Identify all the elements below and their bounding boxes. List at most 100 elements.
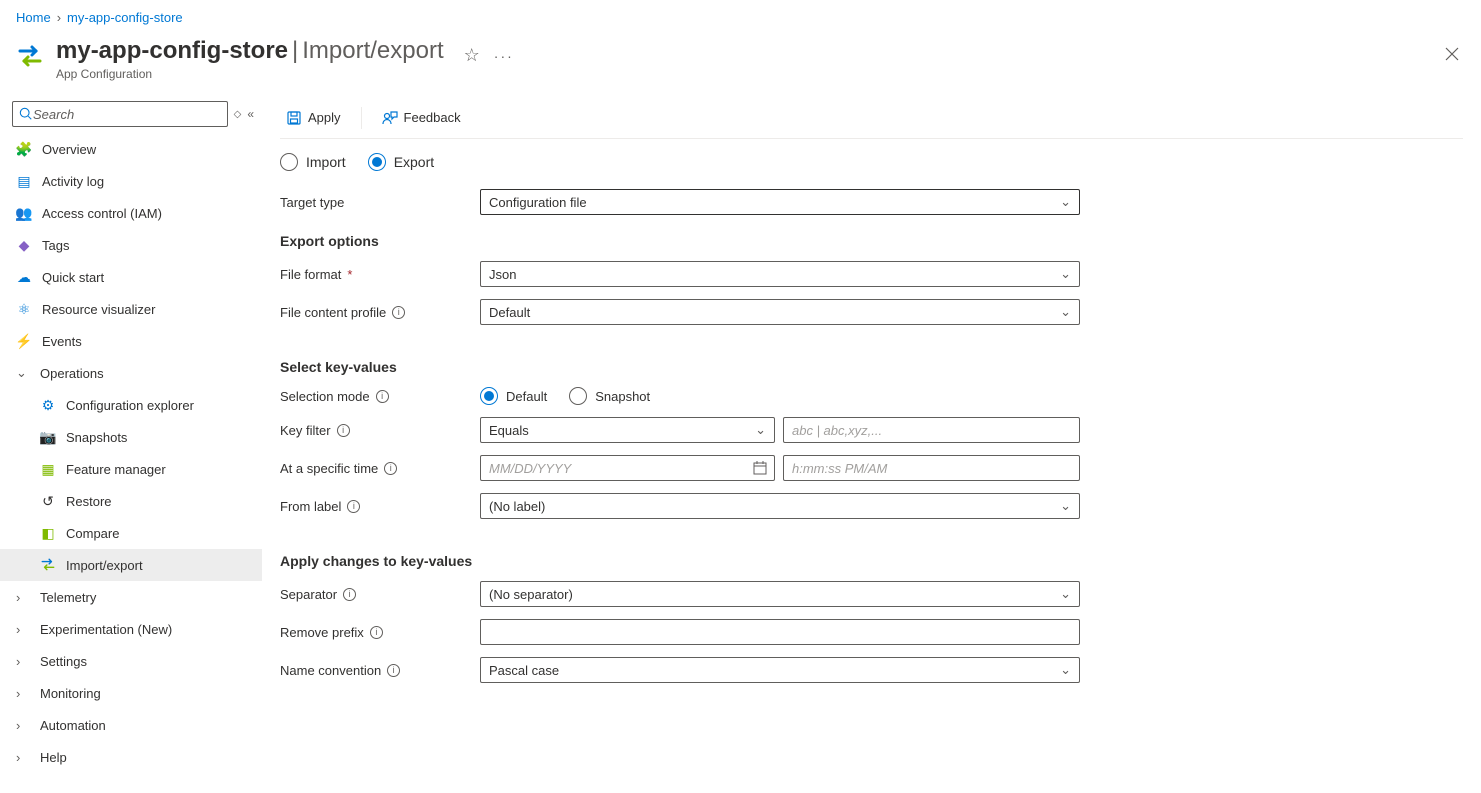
sidebar-item-access-control[interactable]: 👥 Access control (IAM) bbox=[0, 197, 262, 229]
more-actions-icon[interactable]: ··· bbox=[494, 48, 514, 64]
label-name-convention: Name conventioni bbox=[280, 663, 480, 678]
sidebar-item-label: Help bbox=[40, 750, 67, 765]
label-from-label: From labeli bbox=[280, 499, 480, 514]
sidebar-item-label: Import/export bbox=[66, 558, 143, 573]
sidebar-item-label: Activity log bbox=[42, 174, 104, 189]
info-icon[interactable]: i bbox=[384, 462, 397, 475]
select-file-format-value: Json bbox=[489, 267, 516, 282]
sidebar-item-restore[interactable]: ↺Restore bbox=[0, 485, 262, 517]
sidebar-item-overview[interactable]: 🧩Overview bbox=[0, 133, 262, 165]
chevron-right-icon: › bbox=[16, 718, 30, 733]
favorite-star-icon[interactable]: ☆ bbox=[464, 45, 480, 66]
compare-icon: ◧ bbox=[40, 525, 56, 541]
select-file-format[interactable]: Json ⌄ bbox=[480, 261, 1080, 287]
snapshots-icon: 📷 bbox=[40, 429, 56, 445]
input-remove-prefix[interactable] bbox=[480, 619, 1080, 645]
info-icon[interactable]: i bbox=[347, 500, 360, 513]
breadcrumb-resource[interactable]: my-app-config-store bbox=[67, 10, 183, 25]
chevron-down-icon: ⌄ bbox=[16, 365, 30, 381]
sidebar-group-experimentation[interactable]: ›Experimentation (New) bbox=[0, 613, 262, 645]
sidebar-item-resource-visualizer[interactable]: ⚛Resource visualizer bbox=[0, 293, 262, 325]
input-time[interactable] bbox=[783, 455, 1080, 481]
import-export-icon bbox=[40, 557, 56, 573]
sidebar-item-snapshots[interactable]: 📷 Snapshots bbox=[0, 421, 262, 453]
radio-snapshot-label: Snapshot bbox=[595, 389, 650, 404]
access-control-icon: 👥 bbox=[16, 205, 32, 221]
radio-export[interactable]: Export bbox=[368, 153, 434, 171]
select-target-type-value: Configuration file bbox=[489, 195, 587, 210]
collapse-sidebar-icon[interactable]: « bbox=[247, 107, 254, 121]
sidebar-item-compare[interactable]: ◧ Compare bbox=[0, 517, 262, 549]
sidebar-item-tags[interactable]: ◆Tags bbox=[0, 229, 262, 261]
config-explorer-icon: ⚙ bbox=[40, 397, 56, 413]
input-key-filter-value[interactable] bbox=[783, 417, 1080, 443]
chevron-down-icon: ⌄ bbox=[1060, 266, 1071, 282]
sidebar-item-activity-log[interactable]: ▤ Activity log bbox=[0, 165, 262, 197]
sidebar-item-label: Events bbox=[42, 334, 82, 349]
select-target-type[interactable]: Configuration file ⌄ bbox=[480, 189, 1080, 215]
info-icon[interactable]: i bbox=[343, 588, 356, 601]
chevron-down-icon: ⌄ bbox=[1060, 662, 1071, 678]
sidebar-item-quick-start[interactable]: ☁Quick start bbox=[0, 261, 262, 293]
sidebar-item-label: Access control (IAM) bbox=[42, 206, 162, 221]
select-name-convention-value: Pascal case bbox=[489, 663, 559, 678]
sidebar-group-monitoring[interactable]: ›Monitoring bbox=[0, 677, 262, 709]
breadcrumb-home[interactable]: Home bbox=[16, 10, 51, 25]
activity-log-icon: ▤ bbox=[16, 173, 32, 189]
info-icon[interactable]: i bbox=[392, 306, 405, 319]
expand-collapse-icon[interactable]: ◇ bbox=[234, 109, 242, 120]
radio-import[interactable]: Import bbox=[280, 153, 346, 171]
close-button[interactable] bbox=[1439, 41, 1465, 67]
sidebar-group-help[interactable]: › Help bbox=[0, 741, 262, 773]
sidebar-item-events[interactable]: ⚡ Events bbox=[0, 325, 262, 357]
apply-label: Apply bbox=[308, 110, 341, 125]
select-from-label[interactable]: (No label) ⌄ bbox=[480, 493, 1080, 519]
sidebar-group-telemetry[interactable]: ›Telemetry bbox=[0, 581, 262, 613]
sidebar-item-feature-manager[interactable]: ▦Feature manager bbox=[0, 453, 262, 485]
select-separator-value: (No separator) bbox=[489, 587, 573, 602]
sidebar-item-label: Snapshots bbox=[66, 430, 127, 445]
sidebar-item-label: Resource visualizer bbox=[42, 302, 155, 317]
radio-selection-snapshot[interactable]: Snapshot bbox=[569, 387, 650, 405]
breadcrumb-separator: › bbox=[57, 10, 61, 25]
select-name-convention[interactable]: Pascal case ⌄ bbox=[480, 657, 1080, 683]
sidebar-item-label: Settings bbox=[40, 654, 87, 669]
feedback-button[interactable]: Feedback bbox=[376, 106, 467, 130]
info-icon[interactable]: i bbox=[387, 664, 400, 677]
events-icon: ⚡ bbox=[16, 333, 32, 349]
sidebar-item-label: Compare bbox=[66, 526, 119, 541]
info-icon[interactable]: i bbox=[337, 424, 350, 437]
label-remove-prefix: Remove prefixi bbox=[280, 625, 480, 640]
sidebar-group-operations[interactable]: ⌄ Operations bbox=[0, 357, 262, 389]
chevron-right-icon: › bbox=[16, 750, 30, 765]
info-icon[interactable]: i bbox=[370, 626, 383, 639]
info-icon[interactable]: i bbox=[376, 390, 389, 403]
chevron-down-icon: ⌄ bbox=[1060, 194, 1071, 210]
select-key-filter-operator[interactable]: Equals ⌄ bbox=[480, 417, 775, 443]
label-key-filter: Key filteri bbox=[280, 423, 480, 438]
sidebar-item-config-explorer[interactable]: ⚙Configuration explorer bbox=[0, 389, 262, 421]
radio-selection-default[interactable]: Default bbox=[480, 387, 547, 405]
sidebar-group-settings[interactable]: › Settings bbox=[0, 645, 262, 677]
apply-button[interactable]: Apply bbox=[280, 106, 347, 130]
input-date[interactable] bbox=[480, 455, 775, 481]
sidebar-item-import-export[interactable]: Import/export bbox=[0, 549, 262, 581]
radio-import-label: Import bbox=[306, 154, 346, 170]
sidebar-item-label: Automation bbox=[40, 718, 106, 733]
sidebar-item-label: Monitoring bbox=[40, 686, 101, 701]
search-icon bbox=[19, 107, 33, 121]
select-separator[interactable]: (No separator) ⌄ bbox=[480, 581, 1080, 607]
calendar-icon[interactable] bbox=[752, 460, 768, 476]
label-selection-mode: Selection modei bbox=[280, 389, 480, 404]
sidebar-item-label: Tags bbox=[42, 238, 69, 253]
overview-icon: 🧩 bbox=[16, 141, 32, 157]
feedback-icon bbox=[382, 110, 398, 126]
search-input[interactable] bbox=[12, 101, 228, 127]
select-from-label-value: (No label) bbox=[489, 499, 545, 514]
chevron-right-icon: › bbox=[16, 654, 30, 669]
select-file-content-profile[interactable]: Default ⌄ bbox=[480, 299, 1080, 325]
chevron-right-icon: › bbox=[16, 590, 30, 605]
sidebar-group-automation[interactable]: › Automation bbox=[0, 709, 262, 741]
sidebar: ◇ « 🧩Overview ▤ Activity log 👥 Access cont… bbox=[0, 97, 262, 793]
sidebar-item-label: Operations bbox=[40, 366, 104, 381]
